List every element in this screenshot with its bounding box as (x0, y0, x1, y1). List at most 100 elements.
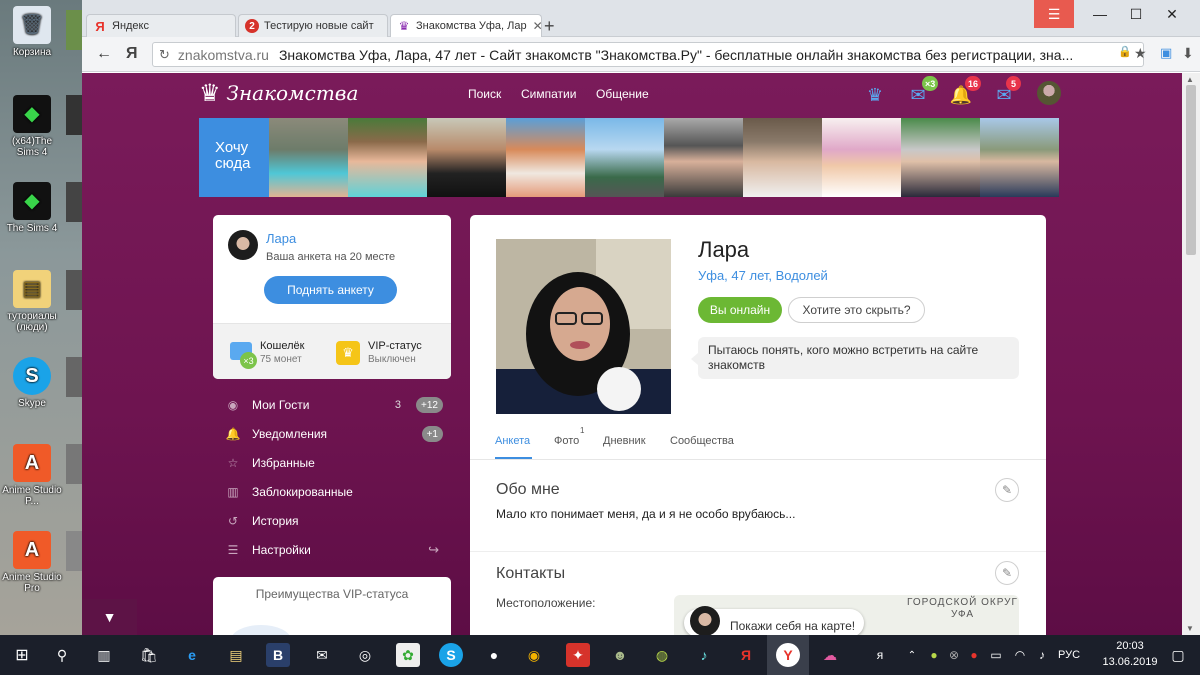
wallet-title[interactable]: Кошелёк (260, 340, 304, 352)
minimize-button[interactable]: — (1082, 0, 1118, 28)
windows-start-icon[interactable]: ⊞ (10, 643, 34, 667)
desktop-icon-recycle-bin[interactable]: 🗑 Корзина (0, 6, 64, 58)
volume-icon[interactable]: ♪ (1030, 643, 1054, 667)
profile-name-link[interactable]: Лара (266, 231, 296, 246)
menu-favorites[interactable]: ☆ Избранные (225, 452, 445, 474)
vip-crown-icon[interactable]: ♛ (863, 83, 887, 107)
desktop-icon-skype[interactable]: S Skype (0, 357, 64, 409)
strip-photo[interactable] (901, 118, 980, 197)
site-logo[interactable]: ♛ Знакомства (199, 79, 358, 107)
desktop-icon-sims4[interactable]: ◆ The Sims 4 (0, 182, 64, 234)
nav-search[interactable]: Поиск (468, 87, 501, 101)
app-miku-icon[interactable]: ♪ (692, 643, 716, 667)
people-icon[interactable]: ᴙ (868, 643, 892, 667)
new-tab-button[interactable]: + (544, 16, 555, 37)
online-status-button[interactable]: Вы онлайн (698, 297, 782, 323)
yandex-home-icon[interactable]: Я (126, 45, 138, 63)
strip-photo[interactable] (269, 118, 348, 197)
notification-center-icon[interactable]: ▢ (1166, 643, 1190, 667)
battery-icon[interactable]: ▭ (984, 643, 1008, 667)
screenshot-icon[interactable]: ▣ (1160, 45, 1172, 61)
tab-yandex[interactable]: Я Яндекс (86, 14, 236, 37)
edit-contacts-button[interactable]: ✎ (995, 561, 1019, 585)
hide-online-button[interactable]: Хотите это скрыть? (788, 297, 925, 323)
chrome-icon[interactable]: ◉ (522, 643, 546, 667)
steam-icon[interactable]: ◎ (353, 643, 377, 667)
reload-icon[interactable]: ↻ (159, 47, 170, 63)
strip-photo[interactable] (506, 118, 585, 197)
strip-photo[interactable] (664, 118, 743, 197)
scroll-down-button[interactable]: ▼ (82, 599, 137, 635)
scroll-up-arrow-icon[interactable]: ▲ (1186, 75, 1194, 84)
edge-icon[interactable]: e (180, 643, 204, 667)
nav-sympathies[interactable]: Симпатии (521, 87, 576, 101)
desktop-icon-partial[interactable] (66, 10, 82, 50)
input-language[interactable]: РУС (1058, 649, 1080, 661)
strip-photo[interactable] (822, 118, 901, 197)
desktop-icon-partial[interactable] (66, 444, 82, 484)
raise-profile-button[interactable]: Поднять анкету (264, 276, 397, 304)
tab-photos[interactable]: Фото (554, 435, 579, 447)
desktop-icon-folder[interactable]: ▤ туториалы (люди) (0, 270, 64, 333)
desktop-icon-anime-studio-1[interactable]: A Anime Studio P... (0, 444, 64, 507)
menu-guests[interactable]: ◉ Мои Гости 3 +12 (225, 394, 445, 416)
app-cloud-icon[interactable]: ☁ (818, 643, 842, 667)
tab-znakomstva[interactable]: ♛ Знакомства Уфа, Лар ✕ (390, 14, 542, 37)
app-alien-icon[interactable]: ☻ (608, 643, 632, 667)
menu-blocked[interactable]: ▥ Заблокированные (225, 481, 445, 503)
strip-photo[interactable] (743, 118, 822, 197)
lock-icon[interactable]: 🔒 (1118, 45, 1132, 58)
tab-communities[interactable]: Сообщества (670, 435, 734, 447)
page-scrollbar[interactable]: ▲ ▼ (1182, 73, 1200, 635)
nav-chat[interactable]: Общение (596, 87, 649, 101)
tray-app-icon[interactable]: ● (962, 643, 986, 667)
url-field[interactable]: ↻ znakomstva.ru Знакомства Уфа, Лара, 47… (152, 42, 1144, 67)
app-ball-icon[interactable]: ◍ (650, 643, 674, 667)
strip-photo[interactable] (585, 118, 664, 197)
desktop-icon-partial[interactable] (66, 531, 82, 571)
bookmark-star-icon[interactable]: ★ (1134, 45, 1147, 62)
scrollbar-thumb[interactable] (1186, 85, 1196, 255)
app-panda-icon[interactable]: ● (482, 643, 506, 667)
browser-menu-button[interactable]: ☰ (1034, 0, 1074, 28)
close-icon[interactable]: ✕ (527, 19, 541, 33)
app-photo-icon[interactable]: ✿ (396, 643, 420, 667)
download-icon[interactable]: ⬇ (1182, 45, 1194, 62)
yandex-icon[interactable]: Я (734, 643, 758, 667)
scroll-down-arrow-icon[interactable]: ▼ (1186, 624, 1194, 633)
desktop-icon-sims4-x64[interactable]: ◆ (x64)The Sims 4 (0, 95, 64, 158)
header-avatar[interactable] (1037, 81, 1061, 105)
yandex-browser-icon[interactable]: Y (776, 643, 800, 667)
maximize-button[interactable]: ☐ (1118, 0, 1154, 28)
wifi-icon[interactable]: ◠ (1008, 643, 1032, 667)
menu-settings[interactable]: ☰ Настройки ↪ (225, 539, 445, 561)
explorer-folder-icon[interactable]: ▤ (224, 643, 248, 667)
strip-photo[interactable] (427, 118, 506, 197)
desktop-icon-anime-studio-2[interactable]: A Anime Studio Pro (0, 531, 64, 594)
want-here-button[interactable]: Хочу сюда (199, 118, 269, 197)
mail-icon[interactable]: ✉ (310, 643, 334, 667)
vip-crown-icon[interactable]: ♛ (336, 341, 360, 365)
app-pin-icon[interactable]: ✦ (566, 643, 590, 667)
tab-profile[interactable]: Анкета (495, 435, 530, 447)
desktop-icon-partial[interactable] (66, 270, 82, 310)
clock-date[interactable]: 13.06.2019 (1096, 656, 1164, 668)
strip-photo[interactable] (980, 118, 1059, 197)
task-view-icon[interactable]: ▥ (92, 643, 116, 667)
status-message[interactable]: Пытаюсь понять, кого можно встретить на … (691, 337, 1019, 379)
profile-photo[interactable] (496, 239, 671, 414)
search-icon[interactable]: ⚲ (50, 643, 74, 667)
avatar[interactable] (228, 230, 258, 260)
vip-title[interactable]: VIP-статус (368, 340, 422, 352)
tray-expand-icon[interactable]: ⌃ (900, 643, 924, 667)
location-map[interactable]: ГОРОДСКОЙ ОКРУГ УФА Покажи себя на карте… (674, 595, 1019, 635)
menu-notifications[interactable]: 🔔 Уведомления +1 (225, 423, 445, 445)
menu-history[interactable]: ↺ История (225, 510, 445, 532)
store-icon[interactable]: 🛍 (137, 643, 161, 667)
tab-diary[interactable]: Дневник (603, 435, 646, 447)
logout-icon[interactable]: ↪ (428, 542, 439, 558)
vip-advantages-title[interactable]: Преимущества VIP-статуса (213, 587, 451, 601)
app-b-icon[interactable]: B (266, 643, 290, 667)
tab-testing[interactable]: 2 Тестирую новые сайт (238, 14, 388, 37)
edit-about-button[interactable]: ✎ (995, 478, 1019, 502)
